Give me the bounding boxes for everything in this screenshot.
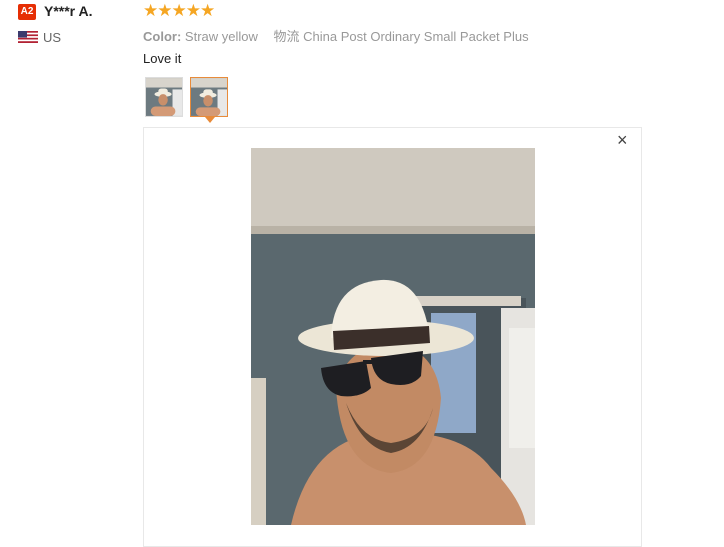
photo-thumbnail-image: [146, 78, 182, 116]
selected-thumbnail-caret-icon: [205, 117, 215, 123]
review-photo-large: [251, 148, 535, 525]
color-value: Straw yellow: [184, 29, 258, 44]
review-photo-thumbnail-1[interactable]: [145, 77, 183, 117]
review-photo-image: [251, 148, 535, 525]
reviewer-name: Y***r A.: [44, 3, 93, 19]
logistics-label: 物流: [273, 29, 300, 44]
review-comment: Love it: [143, 51, 182, 66]
reviewer-level-badge: A2: [18, 4, 36, 20]
close-viewer-button[interactable]: ×: [617, 131, 628, 149]
us-flag-icon: [18, 31, 38, 43]
review-attributes: Color: Straw yellow 物流 China Post Ordina…: [143, 26, 529, 45]
review-photo-thumbnail-2[interactable]: [190, 77, 228, 117]
color-label: Color:: [143, 29, 182, 44]
rating-stars: ★★★★★: [143, 1, 215, 20]
logistics-value: China Post Ordinary Small Packet Plus: [303, 29, 529, 44]
reviewer-country: US: [43, 30, 62, 45]
photo-thumbnail-image: [191, 78, 227, 116]
